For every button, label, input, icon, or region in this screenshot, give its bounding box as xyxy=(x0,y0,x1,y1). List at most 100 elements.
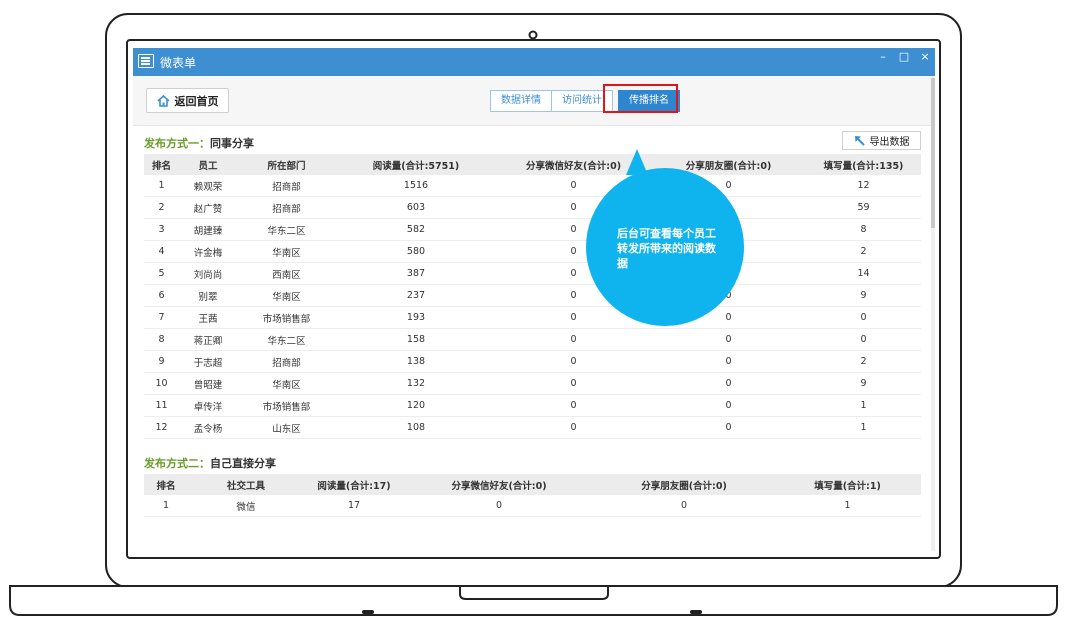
table-cell: 138 xyxy=(336,350,496,373)
self-share-table: 排名 社交工具 阅读量(合计:17) 分享微信好友(合计:0) 分享朋友圈(合计:0) 填… xyxy=(144,474,921,517)
table-row: 10 曾昭建 华南区 132 0 0 9 xyxy=(144,372,921,395)
table-cell: 0 xyxy=(496,350,651,373)
table-cell: 别翠 xyxy=(179,284,237,307)
table-cell: 2 xyxy=(806,240,921,263)
table-row: 1 微信 17 0 0 1 xyxy=(144,495,921,517)
table-row: 3胡建臻华东二区582008 xyxy=(144,218,921,241)
window-title: 微表单 xyxy=(160,56,197,70)
table-cell: 108 xyxy=(336,416,496,439)
table-row: 8 蒋正卿 华东二区 158 0 0 0 xyxy=(144,328,921,351)
table-cell: 9 xyxy=(144,350,179,373)
table-cell: 招商部 xyxy=(237,350,336,373)
table-cell: 4 xyxy=(144,240,179,263)
table-cell: 孟令杨 xyxy=(179,416,237,439)
table-cell: 市场销售部 xyxy=(237,394,336,417)
section1-heading: 发布方式一：同事分享 xyxy=(144,135,254,151)
table-cell: 招商部 xyxy=(237,175,336,197)
tab-data-details[interactable]: 数据详情 xyxy=(490,90,552,112)
table-cell: 刘尚尚 xyxy=(179,262,237,285)
table-cell: 158 xyxy=(336,328,496,351)
callout-text: 后台可查看每个员工转发所带来的阅读数据 xyxy=(617,227,716,270)
table-cell: 赖观荣 xyxy=(179,175,237,197)
table-cell: 0 xyxy=(651,350,806,373)
table-cell: 赵广赞 xyxy=(179,196,237,219)
table-row: 7 王茜 市场销售部 193 0 0 0 xyxy=(144,306,921,329)
export-data-button[interactable]: 导出数据 xyxy=(842,131,921,150)
table-cell: 0 xyxy=(496,372,651,395)
table-cell: 胡建臻 xyxy=(179,218,237,241)
minimize-button[interactable]: – xyxy=(877,50,889,63)
table-cell: 59 xyxy=(806,196,921,219)
back-home-button[interactable]: 返回首页 xyxy=(146,88,229,113)
close-button[interactable]: × xyxy=(919,50,931,63)
table-cell: 蒋正卿 xyxy=(179,328,237,351)
table-row: 9 于志超 招商部 138 0 0 2 xyxy=(144,350,921,373)
table-cell: 582 xyxy=(336,218,496,241)
section2-heading: 发布方式二：自己直接分享 xyxy=(144,455,276,471)
table-cell: 120 xyxy=(336,394,496,417)
table-cell: 1 xyxy=(806,394,921,417)
table-cell: 12 xyxy=(806,175,921,197)
table-cell: 387 xyxy=(336,262,496,285)
table-row: 4许金梅华南区580002 xyxy=(144,240,921,263)
table-cell: 17 xyxy=(304,495,404,517)
title-bar: 微表单 – □ × xyxy=(133,48,935,76)
table-cell: 王茜 xyxy=(179,306,237,329)
table-cell: 华东二区 xyxy=(237,328,336,351)
table-cell: 0 xyxy=(651,372,806,395)
column-header: 阅读量(合计:5751) xyxy=(336,154,496,175)
table-row: 6 别翠 华南区 237 0 0 9 xyxy=(144,284,921,307)
column-header: 所在部门 xyxy=(237,154,336,175)
section1-title: 同事分享 xyxy=(210,137,254,150)
column-header: 社交工具 xyxy=(188,474,304,495)
table-cell: 1516 xyxy=(336,175,496,197)
scrollbar-thumb[interactable] xyxy=(931,78,935,228)
table-cell: 0 xyxy=(806,306,921,329)
table-cell: 0 xyxy=(651,394,806,417)
table-cell: 2 xyxy=(806,350,921,373)
export-arrow-icon xyxy=(854,136,865,146)
section2-title: 自己直接分享 xyxy=(210,457,276,470)
table-cell: 0 xyxy=(651,328,806,351)
table-cell: 0 xyxy=(496,328,651,351)
table-cell: 卓传洋 xyxy=(179,394,237,417)
export-data-label: 导出数据 xyxy=(869,137,910,148)
table-cell: 603 xyxy=(336,196,496,219)
table-row: 5刘尚尚西南区3870014 xyxy=(144,262,921,285)
table-cell: 0 xyxy=(806,328,921,351)
table-cell: 市场销售部 xyxy=(237,306,336,329)
table-row: 2赵广赞招商部6030059 xyxy=(144,196,921,219)
table-cell: 许金梅 xyxy=(179,240,237,263)
table-cell: 11 xyxy=(144,394,179,417)
table-cell: 237 xyxy=(336,284,496,307)
table-cell: 1 xyxy=(774,495,921,517)
table-cell: 12 xyxy=(144,416,179,439)
table-cell: 0 xyxy=(496,416,651,439)
table-cell: 微信 xyxy=(188,495,304,517)
toolbar: 返回首页 数据详情 访问统计 传播排名 xyxy=(133,76,931,126)
table-cell: 8 xyxy=(806,218,921,241)
home-icon xyxy=(156,94,170,107)
column-header: 员工 xyxy=(179,154,237,175)
table-cell: 14 xyxy=(806,262,921,285)
table-cell: 0 xyxy=(594,495,774,517)
table-cell: 华东二区 xyxy=(237,218,336,241)
table-cell: 8 xyxy=(144,328,179,351)
column-header: 排名 xyxy=(144,474,188,495)
table-cell: 曾昭建 xyxy=(179,372,237,395)
back-home-label: 返回首页 xyxy=(174,94,219,108)
column-header: 分享朋友圈(合计:0) xyxy=(594,474,774,495)
table-cell: 132 xyxy=(336,372,496,395)
section2-label: 发布方式二： xyxy=(144,457,210,470)
table-cell: 6 xyxy=(144,284,179,307)
table-cell: 5 xyxy=(144,262,179,285)
table-cell: 1 xyxy=(144,495,188,517)
table-cell: 580 xyxy=(336,240,496,263)
table-cell: 1 xyxy=(144,175,179,197)
maximize-button[interactable]: □ xyxy=(898,50,910,63)
colleague-share-table: 排名 员工 所在部门 阅读量(合计:5751) 分享微信好友(合计:0) 分享朋友圈(合计… xyxy=(144,154,921,439)
table-cell: 3 xyxy=(144,218,179,241)
table-cell: 10 xyxy=(144,372,179,395)
column-header: 阅读量(合计:17) xyxy=(304,474,404,495)
table-cell: 0 xyxy=(404,495,594,517)
